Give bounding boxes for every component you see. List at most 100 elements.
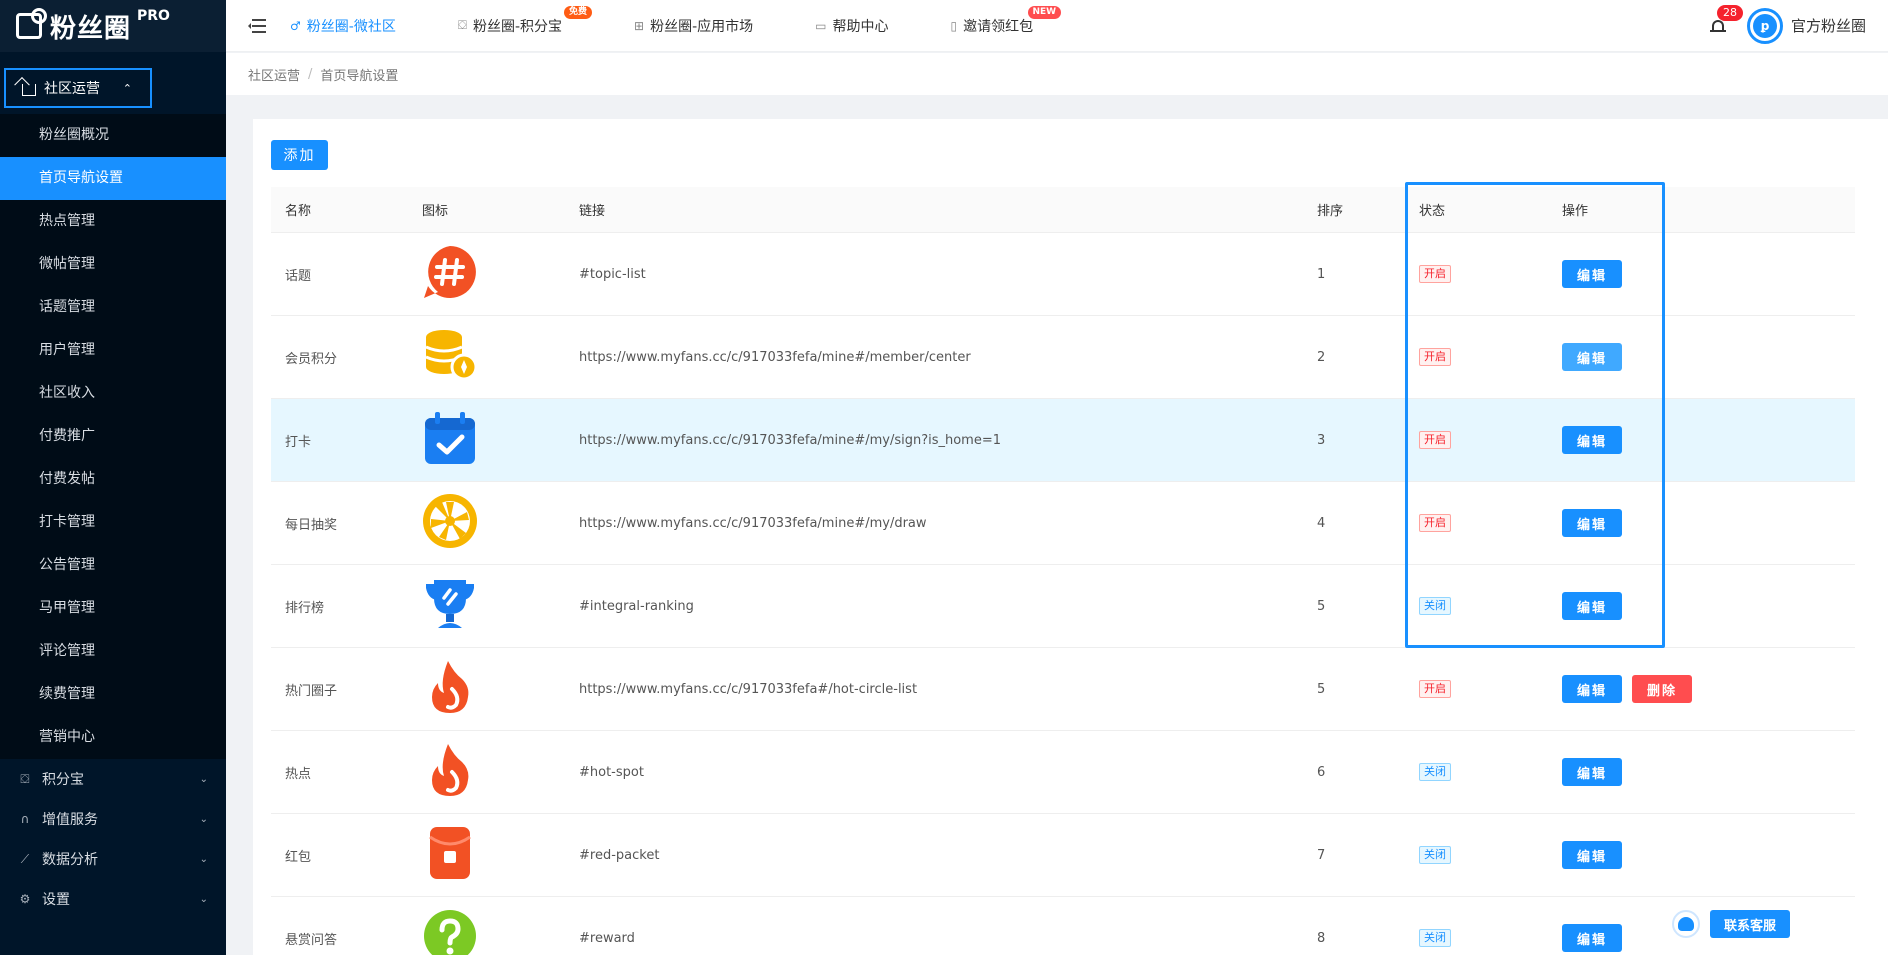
row-sort: 6 xyxy=(1317,764,1326,780)
sidebar-item-announcements[interactable]: 公告管理 xyxy=(0,544,226,587)
sidebar-group-community[interactable]: 社区运营 ⌃ xyxy=(4,68,152,108)
row-link: #reward xyxy=(579,930,635,946)
sidebar-item-hotspot[interactable]: 热点管理 xyxy=(0,200,226,243)
bell-icon[interactable]: 28 xyxy=(1709,4,1743,35)
edit-button[interactable]: 编辑 xyxy=(1562,592,1623,620)
edit-button[interactable]: 编辑 xyxy=(1562,343,1623,371)
question-icon xyxy=(424,910,476,955)
row-name: 每日抽奖 xyxy=(285,517,338,533)
edit-button[interactable]: 编辑 xyxy=(1562,509,1623,537)
sidebar-item-posts[interactable]: 微帖管理 xyxy=(0,243,226,286)
row-link: #integral-ranking xyxy=(579,598,694,614)
sidebar-menu-value-added[interactable]: ∩ 增值服务 ⌄ xyxy=(0,799,226,839)
sidebar-item-users[interactable]: 用户管理 xyxy=(0,329,226,372)
brand-name: 粉丝圈 xyxy=(50,13,132,44)
free-badge: 免费 xyxy=(564,5,593,19)
nav-help[interactable]: ▭ 帮助中心 xyxy=(815,16,888,36)
row-sort: 4 xyxy=(1317,515,1326,531)
avatar[interactable]: ꝑ xyxy=(1746,7,1783,44)
nav-label: 粉丝圈-积分宝 xyxy=(472,18,563,35)
content-card: 添加 名称 图标 链接 排序 状态 操作 话题 #topic-list 1 开启… xyxy=(253,119,1888,955)
col-status: 状态 xyxy=(1419,204,1446,219)
nav-label: 粉丝圈-微社区 xyxy=(306,18,396,35)
edit-button[interactable]: 编辑 xyxy=(1562,758,1623,786)
nav-points[interactable]: ⛋ 粉丝圈-积分宝 免费 xyxy=(457,5,593,36)
nav-label: 帮助中心 xyxy=(832,18,889,35)
table-row: 打卡 https://www.myfans.cc/c/917033fefa/mi… xyxy=(271,399,1855,482)
row-name: 打卡 xyxy=(285,434,312,450)
flame-icon xyxy=(432,661,469,713)
menu-collapse-icon[interactable] xyxy=(248,18,266,33)
nav-micro-community[interactable]: ♂ 粉丝圈-微社区 xyxy=(290,16,396,36)
sidebar-item-paid-promo[interactable]: 付费推广 xyxy=(0,415,226,458)
chevron-down-icon: ⌄ xyxy=(199,893,208,905)
top-header: ♂ 粉丝圈-微社区 ⛋ 粉丝圈-积分宝 免费 ⊞ 粉丝圈-应用市场 ▭ 帮助中心… xyxy=(226,0,1888,52)
headset-icon: ∩ xyxy=(20,812,30,826)
edit-button[interactable]: 编辑 xyxy=(1562,841,1623,869)
sidebar-menu-label: 积分宝 xyxy=(42,772,84,788)
breadcrumb: 社区运营 / 首页导航设置 xyxy=(226,53,1888,95)
table-row: 悬赏问答 #reward 8 关闭 编辑 xyxy=(271,897,1855,955)
notification-count: 28 xyxy=(1716,4,1743,21)
edit-button[interactable]: 编辑 xyxy=(1562,675,1623,703)
row-sort: 7 xyxy=(1317,847,1326,863)
sidebar-item-marketing[interactable]: 营销中心 xyxy=(0,716,226,759)
sidebar-item-topics[interactable]: 话题管理 xyxy=(0,286,226,329)
row-sort: 1 xyxy=(1317,266,1326,282)
row-name: 热点 xyxy=(285,766,312,782)
col-ops: 操作 xyxy=(1562,204,1589,219)
nav-label: 粉丝圈-应用市场 xyxy=(650,18,754,35)
row-link: https://www.myfans.cc/c/917033fefa#/hot-… xyxy=(579,681,918,697)
sidebar-menu-label: 增值服务 xyxy=(42,812,98,828)
sidebar-item-overview[interactable]: 粉丝圈概况 xyxy=(0,114,226,157)
sidebar-item-comments[interactable]: 评论管理 xyxy=(0,630,226,673)
calendar-check-icon xyxy=(425,412,475,464)
contact-support-button[interactable]: 联系客服 xyxy=(1710,910,1791,938)
sidebar-item-renewal[interactable]: 续费管理 xyxy=(0,673,226,716)
customer-service-icon xyxy=(1672,910,1700,938)
logo-icon: ꝑ xyxy=(1752,13,1777,38)
edit-button[interactable]: 编辑 xyxy=(1562,924,1623,952)
contact-support[interactable]: 联系客服 xyxy=(1672,910,1791,938)
status-badge: 关闭 xyxy=(1419,929,1451,947)
status-badge: 关闭 xyxy=(1419,763,1451,781)
table-row: 热点 #hot-spot 6 关闭 编辑 xyxy=(271,731,1855,814)
sidebar-menu-analytics[interactable]: ⟋ 数据分析 ⌄ xyxy=(0,839,226,879)
nav-invite[interactable]: ▯ 邀请领红包 NEW xyxy=(951,5,1062,36)
sidebar-menu-label: 设置 xyxy=(42,892,70,908)
sidebar-item-alts[interactable]: 马甲管理 xyxy=(0,587,226,630)
sidebar-item-home-nav[interactable]: 首页导航设置 xyxy=(0,157,226,200)
gift-icon: ⛋ xyxy=(457,18,467,32)
edit-button[interactable]: 编辑 xyxy=(1562,260,1623,288)
edit-button[interactable]: 编辑 xyxy=(1562,426,1623,454)
logo-icon xyxy=(16,8,47,39)
sidebar-item-checkin[interactable]: 打卡管理 xyxy=(0,501,226,544)
username[interactable]: 官方粉丝圈 xyxy=(1791,15,1866,36)
sidebar-menu-settings[interactable]: ⚙ 设置 ⌄ xyxy=(0,879,226,919)
sidebar-item-paid-post[interactable]: 付费发帖 xyxy=(0,458,226,501)
breadcrumb-separator: / xyxy=(308,66,313,82)
delete-button[interactable]: 删除 xyxy=(1632,675,1693,703)
row-link: #topic-list xyxy=(579,266,646,282)
home-icon xyxy=(22,83,36,96)
trophy-icon xyxy=(426,580,474,628)
table-row: 每日抽奖 https://www.myfans.cc/c/917033fefa/… xyxy=(271,482,1855,565)
chart-icon: ⟋ xyxy=(20,851,30,866)
add-button[interactable]: 添加 xyxy=(271,140,328,170)
logo-icon: ♂ xyxy=(290,18,301,33)
row-sort: 3 xyxy=(1317,432,1326,448)
breadcrumb-root[interactable]: 社区运营 xyxy=(248,65,300,84)
sidebar-item-income[interactable]: 社区收入 xyxy=(0,372,226,415)
chevron-up-icon: ⌃ xyxy=(122,81,132,95)
row-sort: 2 xyxy=(1317,349,1326,365)
col-name: 名称 xyxy=(285,204,312,219)
sidebar-menu-points[interactable]: ⛋ 积分宝 ⌄ xyxy=(0,759,226,799)
chevron-down-icon: ⌄ xyxy=(199,813,208,825)
status-badge: 开启 xyxy=(1419,680,1451,698)
status-badge: 开启 xyxy=(1419,431,1451,449)
chevron-down-icon: ⌄ xyxy=(199,853,208,865)
row-name: 悬赏问答 xyxy=(285,932,338,948)
nav-app-market[interactable]: ⊞ 粉丝圈-应用市场 xyxy=(634,16,753,36)
status-badge: 开启 xyxy=(1419,265,1451,283)
brand-logo[interactable]: 粉丝圈 PRO xyxy=(0,0,226,52)
